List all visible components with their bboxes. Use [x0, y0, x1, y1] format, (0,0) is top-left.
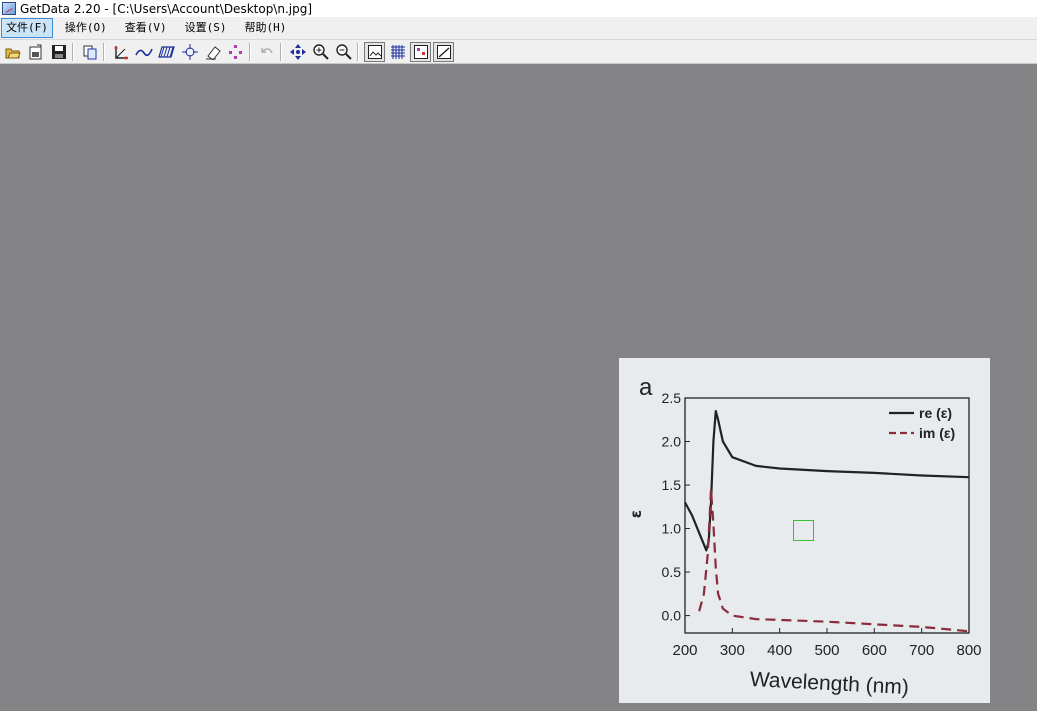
legend-label: im (ε) [919, 425, 955, 441]
panel-label: a [639, 374, 653, 401]
y-tick-label: 1.0 [662, 521, 682, 537]
legend-label: re (ε) [919, 405, 952, 421]
open-icon[interactable] [2, 42, 23, 62]
show-lines-icon[interactable] [433, 41, 454, 62]
legend: re (ε) im (ε) [889, 405, 955, 441]
area-digitize-icon[interactable] [156, 42, 177, 62]
menu-operations[interactable]: 操作(O) [59, 18, 113, 38]
menu-file[interactable]: 文件(F) [1, 18, 53, 38]
title-bar: GetData 2.20 - [C:\Users\Account\Desktop… [0, 0, 1037, 17]
show-grid-icon[interactable] [387, 42, 408, 62]
toolbar-separator [103, 42, 105, 61]
set-axes-icon[interactable] [110, 42, 131, 62]
copy-icon[interactable] [79, 42, 100, 62]
selection-box[interactable] [793, 520, 814, 541]
y-tick-label: 0.5 [662, 564, 682, 580]
zoom-in-icon[interactable] [310, 42, 331, 62]
y-tick-label: 0.0 [662, 608, 682, 624]
zoom-out-icon[interactable] [333, 42, 354, 62]
toolbar-separator [72, 42, 74, 61]
point-capture-icon[interactable] [179, 42, 200, 62]
export-icon[interactable] [25, 42, 46, 62]
toolbar-separator [249, 42, 251, 61]
point-order-icon[interactable] [225, 42, 246, 62]
menu-bar: 文件(F) 操作(O) 查看(V) 设置(S) 帮助(H) [0, 17, 1037, 40]
x-tick-label: 400 [767, 642, 792, 659]
y-tick-label: 2.0 [662, 434, 682, 450]
show-points-icon[interactable] [410, 41, 431, 62]
menu-settings[interactable]: 设置(S) [179, 18, 233, 38]
x-tick-label: 800 [956, 642, 981, 659]
x-axis-label: Wavelength (nm) [749, 668, 909, 699]
show-image-icon[interactable] [364, 41, 385, 62]
save-icon[interactable] [48, 42, 69, 62]
undo-icon[interactable] [256, 42, 277, 62]
toolbar-separator [280, 42, 282, 61]
series-line-2 [698, 488, 970, 633]
line-digitize-icon[interactable] [133, 42, 154, 62]
plot-series [684, 410, 970, 633]
eraser-icon[interactable] [202, 42, 223, 62]
x-tick-label: 700 [909, 642, 934, 659]
toolbar [0, 40, 1037, 64]
x-tick-label: 200 [672, 642, 697, 659]
y-axis-label: ε [627, 510, 645, 518]
y-tick-label: 1.5 [662, 477, 682, 493]
y-tick-label: 2.5 [662, 390, 682, 406]
app-logo-icon [2, 2, 16, 15]
x-tick-label: 600 [862, 642, 887, 659]
pan-icon[interactable] [287, 42, 308, 62]
window-title: GetData 2.20 - [C:\Users\Account\Desktop… [20, 1, 313, 16]
menu-help[interactable]: 帮助(H) [239, 18, 293, 38]
menu-view[interactable]: 查看(V) [119, 18, 173, 38]
x-tick-label: 500 [814, 642, 839, 659]
toolbar-separator [357, 42, 359, 61]
x-tick-label: 300 [720, 642, 745, 659]
